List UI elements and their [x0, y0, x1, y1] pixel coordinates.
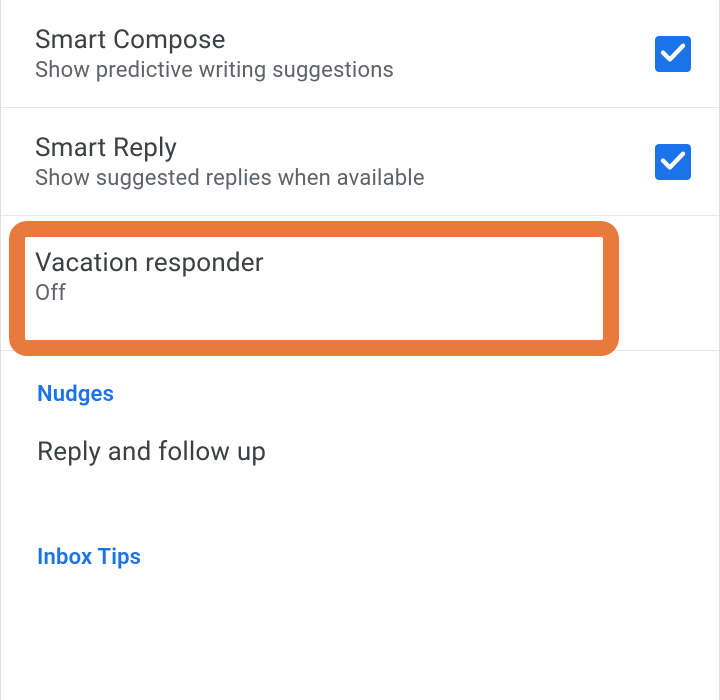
smart-compose-title: Smart Compose	[35, 25, 655, 55]
reply-follow-up-row[interactable]: Reply and follow up	[1, 419, 719, 485]
smart-reply-row[interactable]: Smart Reply Show suggested replies when …	[1, 108, 719, 216]
smart-compose-text: Smart Compose Show predictive writing su…	[35, 25, 655, 83]
spacer	[1, 485, 719, 515]
checkmark-icon	[658, 145, 688, 179]
vacation-responder-status: Off	[35, 281, 691, 306]
smart-reply-title: Smart Reply	[35, 133, 655, 163]
vacation-responder-text: Vacation responder Off	[35, 248, 691, 306]
vacation-responder-highlight: Vacation responder Off	[1, 216, 719, 352]
smart-compose-subtitle: Show predictive writing suggestions	[35, 58, 655, 83]
nudges-section-header: Nudges	[1, 352, 719, 419]
smart-compose-checkbox[interactable]	[655, 36, 691, 72]
vacation-responder-row[interactable]: Vacation responder Off	[1, 216, 719, 351]
smart-reply-checkbox[interactable]	[655, 144, 691, 180]
checkmark-icon	[658, 37, 688, 71]
vacation-responder-title: Vacation responder	[35, 248, 691, 278]
smart-compose-row[interactable]: Smart Compose Show predictive writing su…	[1, 0, 719, 108]
smart-reply-subtitle: Show suggested replies when available	[35, 166, 655, 191]
smart-reply-text: Smart Reply Show suggested replies when …	[35, 133, 655, 191]
inbox-tips-section-header: Inbox Tips	[1, 515, 719, 582]
settings-list: Smart Compose Show predictive writing su…	[0, 0, 720, 700]
